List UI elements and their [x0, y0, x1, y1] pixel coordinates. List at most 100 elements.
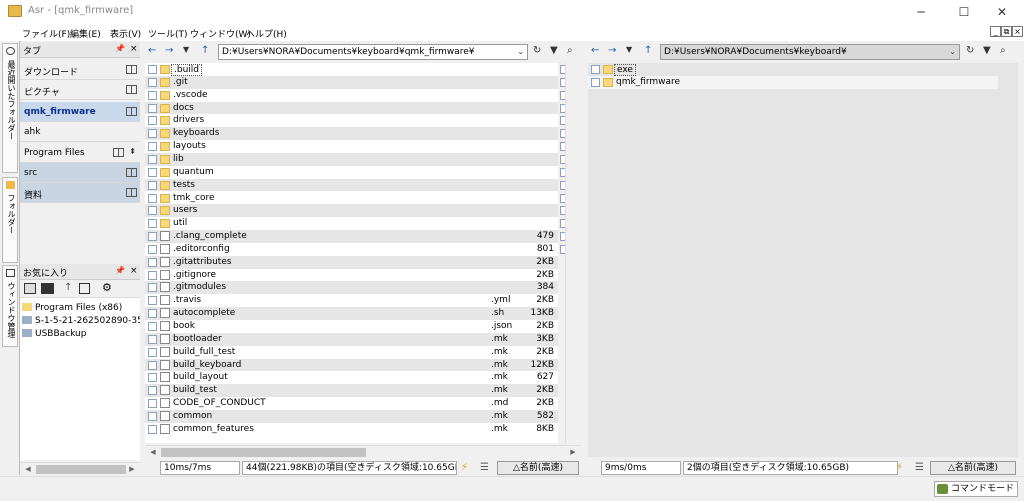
- file-row[interactable]: build_full_test .mk 2KB: [145, 346, 558, 359]
- split-view-icon[interactable]: [126, 168, 137, 177]
- file-row[interactable]: exe: [588, 63, 998, 76]
- favorites-horizontal-scrollbar[interactable]: ◀ ▶: [20, 462, 140, 475]
- file-row[interactable]: qmk_firmware: [588, 75, 998, 89]
- tab-item-src[interactable]: src: [20, 163, 140, 183]
- select-checkbox[interactable]: [148, 309, 157, 319]
- file-row[interactable]: drivers: [145, 114, 558, 127]
- file-row[interactable]: build_keyboard .mk 12KB: [145, 358, 558, 372]
- scroll-right-icon[interactable]: ▶: [126, 464, 138, 475]
- list-icon[interactable]: [79, 283, 90, 294]
- favorite-item[interactable]: USBBackup: [22, 329, 86, 341]
- file-row[interactable]: users: [145, 204, 558, 218]
- split-view-icon[interactable]: [126, 65, 137, 74]
- select-checkbox[interactable]: [148, 322, 157, 331]
- history-dropdown-icon[interactable]: ▼: [626, 45, 632, 54]
- menu-help[interactable]: ヘルプ(H): [246, 27, 287, 40]
- menu-file[interactable]: ファイル(F): [22, 27, 70, 40]
- select-checkbox[interactable]: [148, 360, 157, 370]
- file-row[interactable]: .git: [145, 75, 558, 89]
- select-checkbox[interactable]: [148, 296, 157, 306]
- file-row[interactable]: autocomplete .sh 13KB: [145, 307, 558, 320]
- file-row[interactable]: tmk_core: [145, 192, 558, 205]
- tab-item-program-files[interactable]: Program Files ⇞: [20, 143, 140, 163]
- right-sort-button[interactable]: △名前(高速): [930, 461, 1016, 475]
- right-address-input[interactable]: D:¥Users¥NORA¥Documents¥keyboard¥ ⌄: [660, 44, 960, 60]
- side-tab-recent-folders[interactable]: 最近開いたフォルダー: [2, 43, 18, 173]
- file-row[interactable]: .vscode: [145, 89, 558, 102]
- scroll-left-icon[interactable]: ◀: [147, 447, 159, 458]
- tab-item-downloads[interactable]: ダウンロード: [20, 60, 140, 80]
- left-vertical-scrollbar[interactable]: [565, 63, 581, 443]
- file-row[interactable]: bootloader .mk 3KB: [145, 332, 558, 346]
- select-checkbox[interactable]: [148, 347, 157, 357]
- select-checkbox[interactable]: [148, 193, 157, 203]
- chevron-down-icon[interactable]: ⌄: [949, 45, 956, 59]
- forward-arrow-icon[interactable]: →: [165, 45, 173, 56]
- left-address-input[interactable]: D:¥Users¥NORA¥Documents¥keyboard¥qmk_fir…: [218, 44, 528, 60]
- lightning-icon[interactable]: ⚡: [896, 462, 903, 473]
- select-checkbox[interactable]: [148, 154, 157, 164]
- select-checkbox[interactable]: [148, 90, 157, 100]
- favorite-item[interactable]: S-1-5-21-262502890-3534C: [22, 316, 140, 328]
- file-row[interactable]: .gitignore 2KB: [145, 269, 558, 282]
- select-checkbox[interactable]: [148, 206, 157, 216]
- select-checkbox[interactable]: [148, 77, 157, 87]
- file-row[interactable]: util: [145, 217, 558, 230]
- select-checkbox[interactable]: [148, 399, 157, 409]
- select-checkbox[interactable]: [148, 386, 157, 396]
- pin-icon[interactable]: 📌: [115, 44, 125, 53]
- split-view-icon[interactable]: [113, 148, 124, 157]
- file-row[interactable]: docs: [145, 101, 558, 115]
- select-checkbox[interactable]: [148, 373, 157, 383]
- side-tab-folders[interactable]: フォルダー: [2, 177, 18, 263]
- split-view-icon[interactable]: [126, 107, 137, 116]
- menu-view[interactable]: 表示(V): [110, 27, 141, 40]
- tab-item-pictures[interactable]: ピクチャ: [20, 80, 140, 100]
- file-row[interactable]: .gitattributes 2KB: [145, 255, 558, 269]
- menu-window[interactable]: ウィンドウ(W): [190, 27, 251, 40]
- add-favorite-icon[interactable]: [24, 283, 36, 294]
- up-arrow-icon[interactable]: ↑: [64, 282, 72, 293]
- menu-edit[interactable]: 編集(E): [70, 27, 101, 40]
- select-checkbox[interactable]: [148, 270, 157, 280]
- tab-item-ahk[interactable]: ahk: [20, 122, 140, 142]
- maximize-button[interactable]: ☐: [949, 2, 979, 22]
- back-arrow-icon[interactable]: ←: [148, 45, 156, 56]
- select-checkbox[interactable]: [148, 334, 157, 344]
- scroll-right-icon[interactable]: ▶: [567, 447, 579, 458]
- file-row[interactable]: .clang_complete 479: [145, 230, 558, 243]
- up-arrow-icon[interactable]: ↑: [201, 45, 209, 56]
- select-checkbox[interactable]: [148, 142, 157, 152]
- mdi-close-button[interactable]: ×: [1012, 26, 1023, 37]
- mdi-restore-button[interactable]: ⧉: [1001, 26, 1012, 37]
- filter-icon[interactable]: ▼: [983, 45, 991, 56]
- favorite-item[interactable]: Program Files (x86): [22, 303, 122, 315]
- file-row[interactable]: tests: [145, 178, 558, 192]
- search-icon[interactable]: ⌕: [567, 45, 573, 56]
- select-checkbox[interactable]: [148, 180, 157, 190]
- scrollbar-thumb[interactable]: [161, 448, 366, 457]
- file-row[interactable]: build_layout .mk 627: [145, 371, 558, 384]
- lightning-icon[interactable]: ⚡: [461, 462, 468, 473]
- side-tab-window-manage[interactable]: ウィンドウ管理: [2, 265, 18, 347]
- scroll-left-icon[interactable]: ◀: [22, 464, 34, 475]
- command-mode-indicator[interactable]: コマンドモード: [933, 481, 1018, 497]
- left-horizontal-scrollbar[interactable]: ◀ ▶: [145, 445, 581, 458]
- file-row[interactable]: common .mk 582: [145, 409, 558, 423]
- file-row[interactable]: quantum: [145, 166, 558, 179]
- select-checkbox[interactable]: [148, 411, 157, 421]
- file-row[interactable]: build_test .mk 2KB: [145, 384, 558, 398]
- refresh-icon[interactable]: ↻: [533, 45, 541, 56]
- file-row[interactable]: .build: [145, 63, 558, 76]
- back-arrow-icon[interactable]: ←: [591, 45, 599, 56]
- refresh-icon[interactable]: ↻: [966, 45, 974, 56]
- select-checkbox[interactable]: [148, 129, 157, 139]
- minimize-button[interactable]: ─: [906, 2, 936, 22]
- tab-panel-close-button[interactable]: ×: [130, 44, 138, 54]
- select-checkbox[interactable]: [148, 257, 157, 267]
- select-checkbox[interactable]: [148, 103, 157, 113]
- up-arrow-icon[interactable]: ↑: [644, 45, 652, 56]
- select-checkbox[interactable]: [148, 167, 157, 177]
- menu-tools[interactable]: ツール(T): [148, 27, 188, 40]
- scrollbar-thumb[interactable]: [36, 465, 126, 474]
